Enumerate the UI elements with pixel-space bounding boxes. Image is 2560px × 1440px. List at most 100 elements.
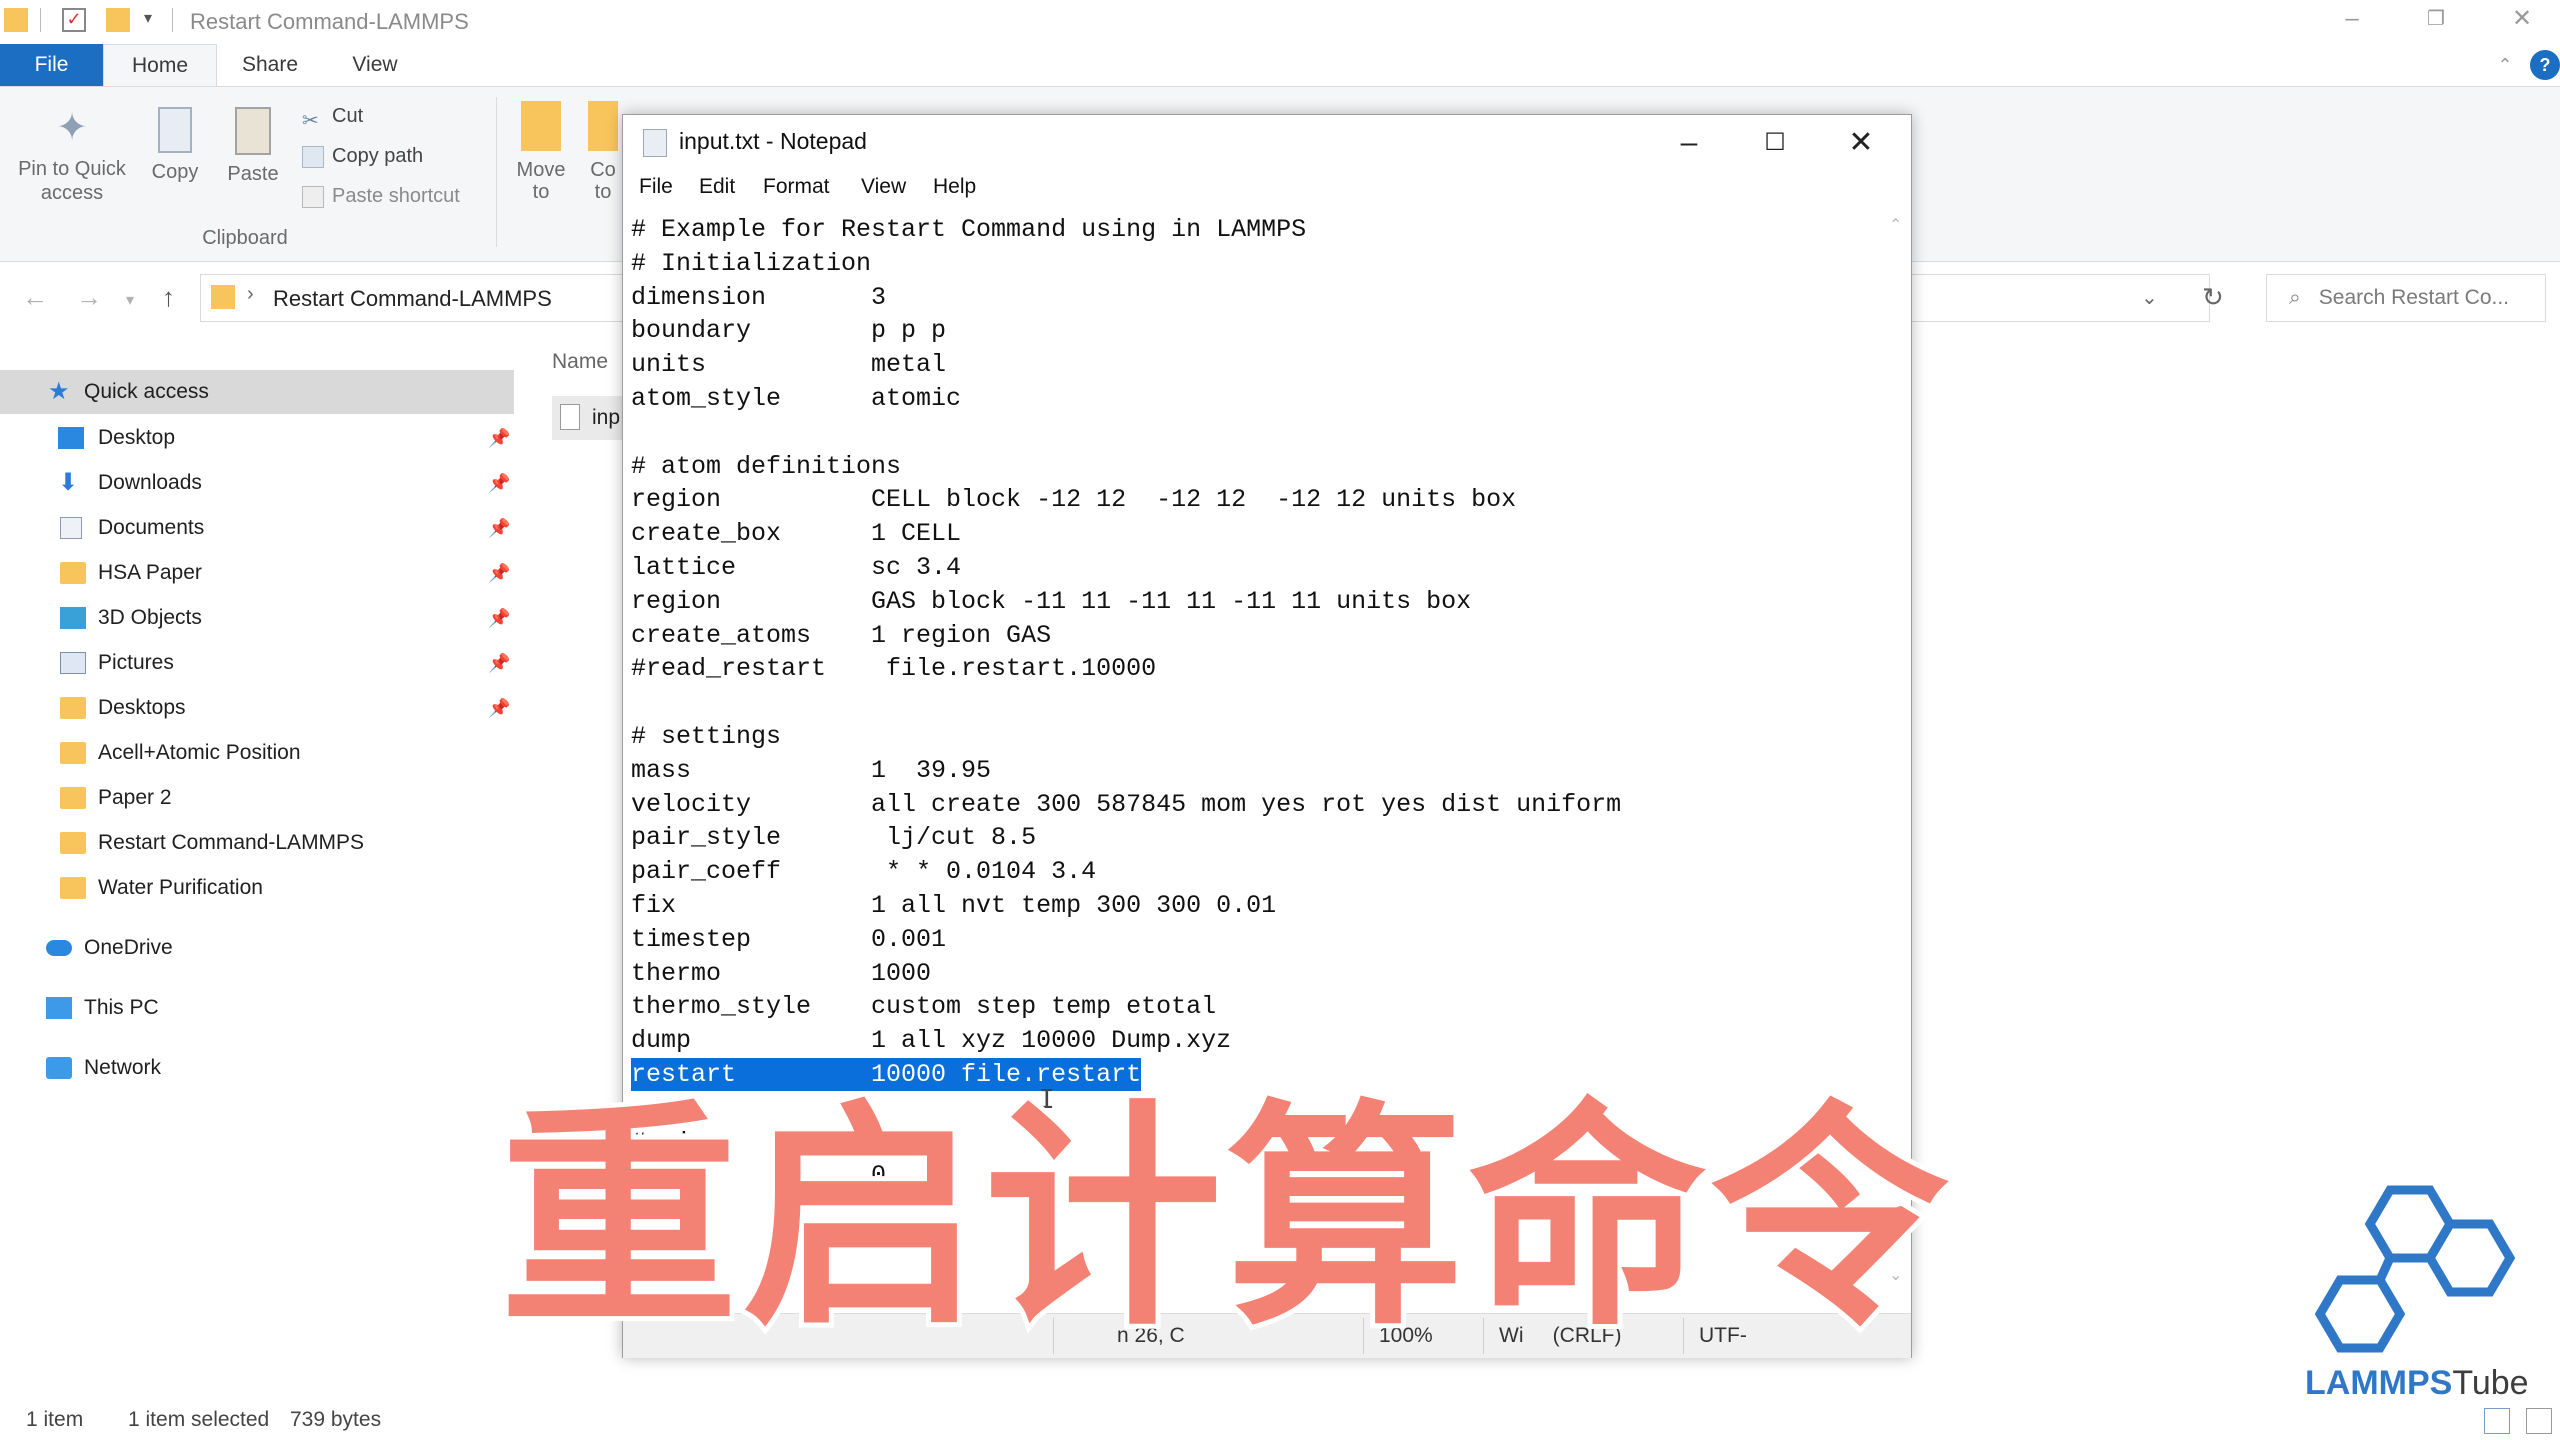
nav-label: 3D Objects — [98, 606, 202, 629]
up-arrow-icon[interactable]: ↑ — [162, 282, 175, 313]
details-view-icon[interactable] — [2484, 1408, 2510, 1434]
pin-icon[interactable]: 📌 — [488, 506, 510, 550]
search-icon: ⌕ — [2289, 286, 2301, 309]
file-row[interactable]: inp — [552, 396, 622, 440]
notepad-maximize-button[interactable]: ☐ — [1745, 121, 1805, 165]
text-line: fix 1 all nvt temp 300 300 0.01 — [631, 891, 1277, 920]
nav-item-restart-command-lammps[interactable]: Restart Command-LAMMPS — [0, 821, 514, 865]
copy-button[interactable]: Copy — [140, 107, 210, 184]
star-icon: ★ — [48, 378, 70, 405]
nav-quick-access[interactable]: ★ Quick access — [0, 370, 514, 414]
notepad-title-bar: input.txt - Notepad – ☐ ✕ — [623, 115, 1911, 171]
explorer-title-bar: ✓ ▾ Restart Command-LAMMPS – ❐ ✕ — [0, 0, 2560, 40]
text-line: velocity all create 300 587845 mom yes r… — [631, 790, 1622, 819]
notepad-minimize-button[interactable]: – — [1659, 121, 1719, 165]
nav-item-desktops[interactable]: Desktops 📌 — [0, 686, 514, 730]
chevron-down-icon[interactable]: ⌄ — [2141, 285, 2158, 310]
text-line: # Initialization — [631, 249, 872, 278]
collapse-ribbon-icon[interactable]: ⌃ — [2490, 44, 2520, 86]
properties-icon[interactable]: ✓ — [62, 8, 86, 32]
tab-file[interactable]: File — [0, 44, 103, 86]
paste-button[interactable]: Paste — [218, 107, 288, 186]
pin-icon[interactable]: 📌 — [488, 551, 510, 595]
text-line: pair_style lj/cut 8.5 — [631, 823, 1037, 852]
text-line: dump 1 all xyz 10000 Dump.xyz — [631, 1026, 1232, 1055]
nav-item-network[interactable]: Network — [0, 1046, 514, 1090]
pin-icon[interactable]: 📌 — [488, 641, 510, 685]
large-icons-view-icon[interactable] — [2526, 1408, 2552, 1434]
video-caption: 重启计算命令 — [495, 1080, 1953, 1360]
help-icon[interactable]: ? — [2530, 50, 2560, 80]
nav-label: HSA Paper — [98, 561, 202, 584]
nav-label: Network — [84, 1056, 162, 1079]
nav-label: Documents — [98, 516, 205, 539]
nav-item-hsa-paper[interactable]: HSA Paper 📌 — [0, 551, 514, 595]
nav-label: Pictures — [98, 651, 174, 674]
minimize-button[interactable]: – — [2330, 4, 2374, 34]
folder-icon — [60, 832, 86, 854]
copy-path-button[interactable]: Copy path — [302, 141, 423, 171]
pin-icon[interactable]: 📌 — [488, 461, 510, 505]
tab-share[interactable]: Share — [230, 44, 310, 86]
menu-format[interactable]: Format — [763, 175, 830, 199]
menu-view[interactable]: View — [861, 175, 906, 199]
nav-item-3d-objects[interactable]: 3D Objects 📌 — [0, 596, 514, 640]
refresh-icon[interactable]: ↻ — [2202, 282, 2224, 313]
menu-edit[interactable]: Edit — [699, 175, 735, 199]
text-line: units metal — [631, 350, 947, 379]
restore-button[interactable]: ❐ — [2414, 4, 2458, 34]
close-button[interactable]: ✕ — [2500, 4, 2544, 34]
notepad-close-button[interactable]: ✕ — [1831, 121, 1891, 165]
paste-icon — [235, 107, 271, 155]
network-icon — [46, 1057, 72, 1079]
nav-item-water-purification[interactable]: Water Purification — [0, 866, 514, 910]
menu-help[interactable]: Help — [933, 175, 976, 199]
column-header-name[interactable]: Name — [552, 350, 608, 374]
folder-icon — [211, 285, 235, 309]
nav-item-downloads[interactable]: ⬇ Downloads 📌 — [0, 461, 514, 505]
nav-item-pictures[interactable]: Pictures 📌 — [0, 641, 514, 685]
downloads-icon: ⬇ — [58, 469, 79, 496]
nav-item-acell-atomic-position[interactable]: Acell+Atomic Position — [0, 731, 514, 775]
chevron-right-icon[interactable]: › — [247, 283, 254, 306]
nav-item-documents[interactable]: Documents 📌 — [0, 506, 514, 550]
nav-item-this-pc[interactable]: This PC — [0, 986, 514, 1030]
notepad-menu-bar: File Edit Format View Help — [623, 171, 1911, 207]
scroll-up-icon[interactable]: ⌃ — [1889, 215, 1902, 235]
customize-quick-access-icon[interactable]: ▾ — [144, 8, 168, 32]
nav-item-onedrive[interactable]: OneDrive — [0, 926, 514, 970]
tab-home[interactable]: Home — [103, 44, 217, 86]
recent-locations-icon[interactable]: ▾ — [126, 290, 134, 310]
breadcrumb[interactable]: Restart Command-LAMMPS — [273, 286, 552, 312]
pin-icon[interactable]: 📌 — [488, 686, 510, 730]
computer-icon — [46, 997, 72, 1019]
nav-item-paper-2[interactable]: Paper 2 — [0, 776, 514, 820]
selection-size: 739 bytes — [290, 1408, 382, 1431]
paste-shortcut-button[interactable]: Paste shortcut — [302, 181, 460, 211]
text-line: # atom definitions — [631, 452, 902, 481]
paste-shortcut-label: Paste shortcut — [332, 185, 460, 207]
new-folder-icon[interactable] — [106, 8, 130, 32]
cut-button[interactable]: ✂ Cut — [302, 101, 363, 132]
menu-file[interactable]: File — [639, 175, 673, 199]
text-line: lattice sc 3.4 — [631, 553, 962, 582]
search-input[interactable]: ⌕ Search Restart Co... — [2266, 274, 2546, 322]
copy-to-button[interactable]: Co to — [588, 101, 618, 203]
pin-to-quick-access-button[interactable]: ✦ Pin to Quick access — [8, 107, 136, 205]
copy-path-label: Copy path — [332, 145, 424, 167]
paste-shortcut-icon — [302, 185, 324, 208]
folder-icon — [60, 697, 86, 719]
move-to-button[interactable]: Move to — [506, 101, 576, 203]
ribbon-tabs: File Home Share View ⌃ ? — [0, 44, 2560, 86]
back-arrow-icon[interactable]: ← — [22, 282, 48, 313]
nav-label: Quick access — [84, 380, 209, 403]
pin-icon[interactable]: 📌 — [488, 596, 510, 640]
pin-icon[interactable]: 📌 — [488, 416, 510, 460]
file-name: inp — [592, 406, 621, 429]
forward-arrow-icon[interactable]: → — [76, 282, 102, 313]
3d-objects-icon — [60, 607, 86, 629]
text-line: thermo 1000 — [631, 959, 932, 988]
pin-icon: ✦ — [56, 107, 88, 149]
nav-item-desktop[interactable]: Desktop 📌 — [0, 416, 514, 460]
tab-view[interactable]: View — [335, 44, 415, 86]
